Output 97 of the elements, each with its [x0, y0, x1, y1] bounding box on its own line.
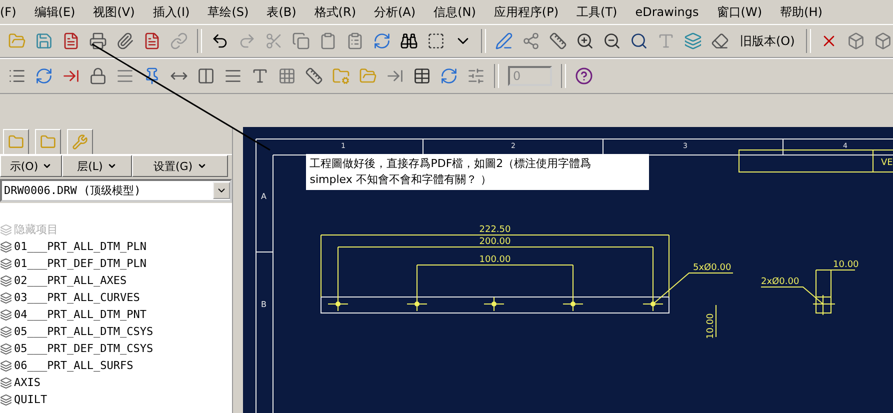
dimension-value: 100.00 [478, 255, 510, 265]
layer-icon [0, 360, 12, 372]
dimension-value: 5xØ0.00 [692, 263, 731, 273]
layer-icon [0, 308, 12, 320]
menu-item[interactable]: 工具(T) [576, 4, 618, 20]
panel-menu-button[interactable]: 设置(G) [132, 155, 228, 177]
menu-item[interactable]: 插入(I) [152, 4, 190, 20]
pdf-document-icon[interactable] [143, 32, 161, 50]
panel-tab[interactable] [3, 129, 29, 154]
list-icon[interactable] [8, 67, 26, 85]
layer-icon [0, 326, 12, 338]
layer-icon [0, 240, 12, 252]
menu-item[interactable]: 格式(R) [314, 4, 356, 20]
layer-item[interactable]: AXIS [14, 376, 40, 389]
measure-icon[interactable] [549, 32, 567, 50]
pdf-document-icon[interactable] [62, 32, 80, 50]
table-icon[interactable] [413, 67, 431, 85]
lines-icon[interactable] [224, 67, 242, 85]
layer-item[interactable]: 02___PRT_ALL_AXES [14, 274, 127, 287]
menu-item[interactable]: 应用程序(P) [494, 4, 559, 20]
layer-icon [0, 394, 12, 406]
layer-item[interactable]: 06___PRT_ALL_SURFS [14, 359, 134, 372]
printer-icon[interactable] [89, 32, 107, 50]
note-text: 工程圖做好後，直接存爲PDF檔，如圖2（標注使用字體爲 simplex 不知會不會和字體有關？ ） [306, 154, 649, 190]
dimension-value: 2xØ0.00 [760, 277, 799, 287]
ruler-icon[interactable] [305, 67, 323, 85]
paste-icon[interactable] [319, 32, 337, 50]
menu-item[interactable]: eDrawings [635, 5, 699, 19]
dimension-value: 10.00 [832, 260, 858, 270]
text-icon[interactable] [251, 67, 269, 85]
layers-icon[interactable] [684, 32, 702, 50]
dimension-value: 10.00 [706, 313, 716, 339]
layer-item[interactable]: 04___PRT_ALL_DTM_PNT [14, 308, 146, 321]
menu-item[interactable]: 信息(N) [434, 4, 476, 20]
layer-icon [0, 274, 12, 286]
layer-item[interactable]: QUILT [14, 393, 48, 406]
copy-icon[interactable] [292, 32, 310, 50]
dimension-value: 222.50 [478, 225, 510, 235]
menu-item[interactable]: 表(B) [266, 4, 296, 20]
layer-item[interactable]: 05___PRT_DEF_DTM_CSYS [14, 342, 154, 355]
panel-tab[interactable] [35, 129, 61, 154]
zone-label: B [260, 300, 266, 309]
menu-item[interactable]: 草绘(S) [208, 4, 249, 20]
menu-item[interactable]: (F) [0, 5, 16, 19]
lock-icon[interactable] [89, 67, 107, 85]
nodes-icon[interactable] [522, 32, 540, 50]
zoom-out-icon[interactable] [603, 32, 621, 50]
settings-icon[interactable] [467, 67, 485, 85]
panel-menu-button[interactable]: 示(O) [0, 155, 62, 177]
arrow-icon[interactable] [386, 67, 404, 85]
eraser-icon[interactable] [711, 32, 729, 50]
refresh-icon[interactable] [440, 67, 458, 85]
folder-icon [40, 134, 56, 150]
title-block-text: VE [880, 158, 893, 168]
grid-icon[interactable] [278, 67, 296, 85]
refresh-icon[interactable] [35, 67, 53, 85]
help-icon[interactable] [575, 67, 593, 85]
layer-icon [0, 292, 12, 304]
undo-icon[interactable] [211, 32, 229, 50]
panel-menu-button[interactable]: 层(L) [62, 155, 132, 177]
layer-item[interactable]: 03___PRT_ALL_CURVES [14, 291, 140, 304]
pin-icon[interactable] [143, 67, 161, 85]
paste-special-icon[interactable] [346, 32, 364, 50]
save-icon[interactable] [35, 32, 53, 50]
binoculars-icon[interactable] [400, 32, 418, 50]
dashed-selection-icon[interactable] [427, 32, 445, 50]
legacy-version-button[interactable]: 旧版本(O) [738, 32, 797, 50]
caret-icon [196, 161, 207, 171]
menu-item[interactable]: 编辑(E) [34, 4, 76, 20]
columns-icon[interactable] [197, 67, 215, 85]
attach-icon[interactable] [116, 32, 134, 50]
layer-icon [0, 224, 12, 236]
layer-icon [0, 258, 12, 270]
insert-icon[interactable] [62, 67, 80, 85]
layer-item[interactable]: 01___PRT_ALL_DTM_PLN [14, 240, 146, 253]
layer-item[interactable]: 05___PRT_ALL_DTM_CSYS [14, 325, 154, 338]
zoom-in-icon[interactable] [576, 32, 594, 50]
layer-item[interactable]: 01___PRT_DEF_DTM_PLN [14, 257, 146, 270]
model-select[interactable]: DRW0006.DRW (顶级模型) [0, 179, 232, 202]
regenerate-icon[interactable] [373, 32, 391, 50]
cube-icon[interactable] [874, 32, 892, 50]
layer-icon [0, 342, 12, 354]
caret-icon [42, 161, 52, 171]
menu-item[interactable]: 分析(A) [374, 4, 416, 20]
layer-icon [0, 376, 12, 388]
cube-icon[interactable] [846, 32, 865, 50]
zone-label: A [260, 192, 266, 201]
wrench-icon [72, 134, 88, 150]
lines-icon[interactable] [116, 67, 134, 85]
dimension-value: 200.00 [478, 237, 510, 247]
zoom-fit-icon[interactable] [630, 32, 648, 50]
panel-tab[interactable] [67, 129, 93, 154]
sketch-icon[interactable] [495, 32, 513, 50]
menu-item[interactable]: 窗口(W) [716, 4, 762, 20]
menu-item[interactable]: 视图(V) [93, 4, 135, 20]
menu-item[interactable]: 帮助(H) [780, 4, 822, 20]
caret-icon [106, 161, 117, 171]
